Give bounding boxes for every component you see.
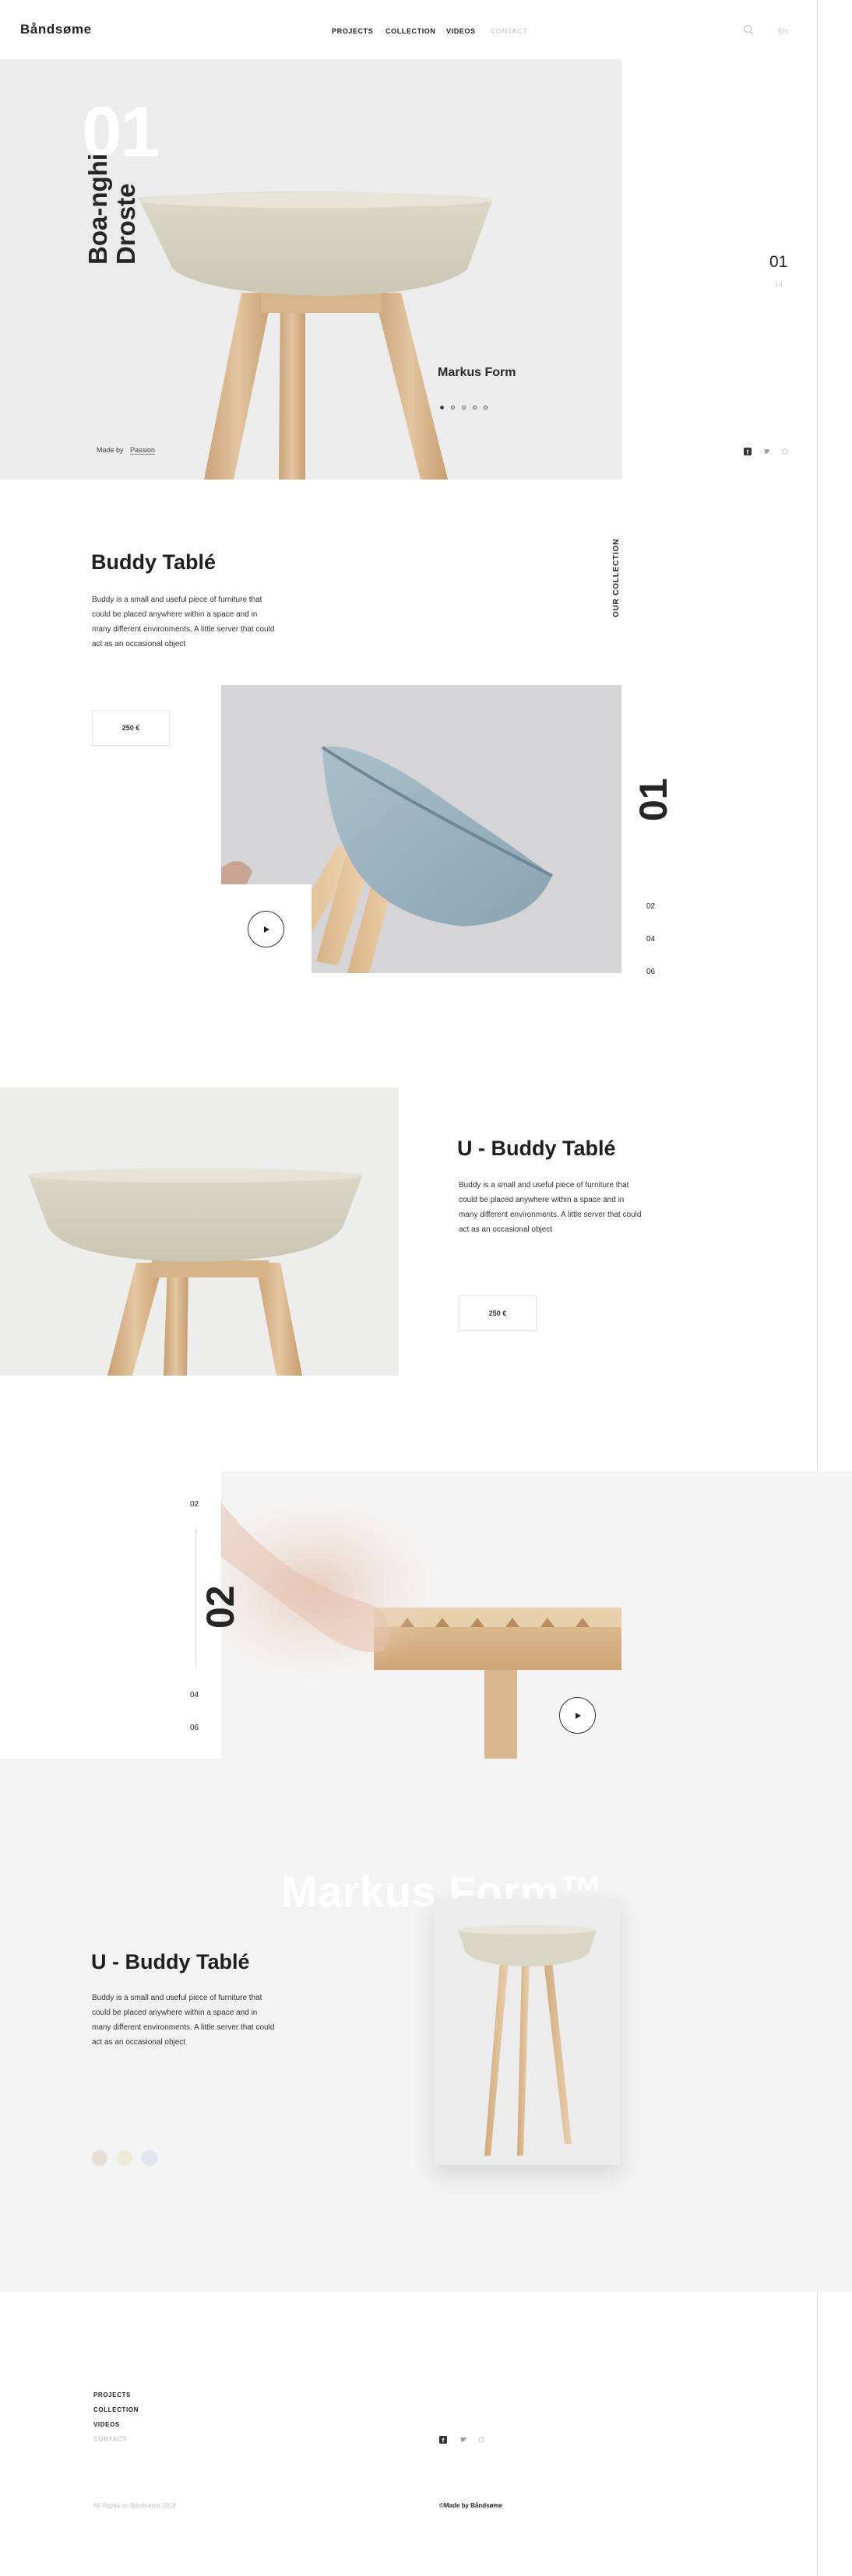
section2-price-button[interactable]: 250 €: [459, 1295, 537, 1331]
facebook-icon[interactable]: f: [744, 448, 752, 455]
table-hand-image: [221, 1471, 852, 1759]
beige-table-photo: [0, 1088, 399, 1376]
play-icon: [263, 926, 269, 933]
facebook-icon[interactable]: f: [439, 2436, 447, 2444]
search-icon[interactable]: [743, 24, 754, 35]
footer-nav-collection[interactable]: COLLECTION: [93, 2406, 139, 2413]
svg-text:f: f: [747, 449, 749, 455]
slider-dot[interactable]: [484, 406, 488, 409]
color-swatch-cream[interactable]: [117, 2150, 132, 2166]
color-swatch-blue[interactable]: [142, 2150, 157, 2166]
section1-title: Buddy Tablé: [91, 550, 217, 574]
product-card[interactable]: [435, 1899, 620, 2165]
hero-designer-name: Boa-nghi Droste: [83, 153, 140, 265]
footer-nav-contact[interactable]: CONTACT: [93, 2436, 127, 2443]
share-icon[interactable]: [477, 2436, 485, 2444]
beige-table-image: [0, 1088, 399, 1376]
footer-made-by[interactable]: ©Made by Båndsøme: [439, 2502, 502, 2509]
made-by-value[interactable]: Passion: [130, 446, 156, 455]
slider-dot[interactable]: [462, 406, 466, 409]
footer-copyright: All Rights on Båndsøme 2018: [93, 2502, 176, 2509]
hero-subtitle: Markus Form: [438, 366, 516, 379]
color-swatch-beige[interactable]: [92, 2150, 107, 2166]
share-icon[interactable]: [781, 448, 789, 455]
our-collection-label: OUR COLLECTION: [612, 538, 621, 617]
slide-total: 14: [775, 280, 783, 288]
play-button[interactable]: [248, 911, 284, 947]
section3-vertical-line: [195, 1528, 196, 1668]
slider-dots: [440, 399, 495, 413]
twitter-icon[interactable]: [459, 2436, 467, 2444]
section1-num-06[interactable]: 06: [646, 968, 655, 976]
footer-nav-videos[interactable]: VIDEOS: [93, 2421, 120, 2428]
section2-description: Buddy is a small and useful piece of fur…: [459, 1181, 642, 1234]
section4-title: U - Buddy Tablé: [91, 1950, 250, 1973]
nav-videos[interactable]: VIDEOS: [446, 27, 476, 35]
stool-product-image: [435, 1899, 620, 2165]
section2-title: U - Buddy Tablé: [457, 1137, 616, 1160]
slide-current: 01: [769, 253, 788, 271]
slider-dot[interactable]: [440, 406, 444, 409]
made-by: Made by Passion: [97, 446, 156, 455]
section1-num-02[interactable]: 02: [646, 902, 655, 911]
footer-nav-projects[interactable]: PROJECTS: [93, 2391, 131, 2399]
section4-description: Buddy is a small and useful piece of fur…: [92, 1994, 275, 2047]
hero-name-line2: Droste: [111, 183, 140, 265]
video-band: [221, 1471, 852, 1759]
brand-logo[interactable]: Båndsøme: [20, 22, 92, 37]
nav-collection[interactable]: COLLECTION: [386, 27, 436, 35]
section1-price-button[interactable]: 250 €: [92, 710, 170, 746]
section3-num-04[interactable]: 04: [190, 1691, 199, 1699]
nav-projects[interactable]: PROJECTS: [332, 27, 373, 35]
section3-num-06[interactable]: 06: [190, 1724, 199, 1732]
language-switch[interactable]: EN: [778, 27, 789, 35]
section1-big-number: 01: [632, 778, 675, 821]
section1-num-04[interactable]: 04: [646, 935, 655, 944]
hero-name-line1: Boa-nghi: [83, 153, 112, 265]
made-by-label: Made by: [97, 446, 124, 454]
section3-num-top[interactable]: 02: [190, 1500, 199, 1509]
section3-big-number: 02: [199, 1585, 242, 1629]
section1-description: Buddy is a small and useful piece of fur…: [92, 596, 275, 648]
twitter-icon[interactable]: [763, 448, 771, 455]
nav-contact[interactable]: CONTACT: [491, 27, 528, 35]
play-icon: [575, 1712, 581, 1719]
play-button-2[interactable]: [559, 1697, 596, 1734]
svg-text:f: f: [442, 2437, 445, 2444]
slider-dot[interactable]: [451, 406, 455, 409]
slider-dot[interactable]: [473, 406, 477, 409]
